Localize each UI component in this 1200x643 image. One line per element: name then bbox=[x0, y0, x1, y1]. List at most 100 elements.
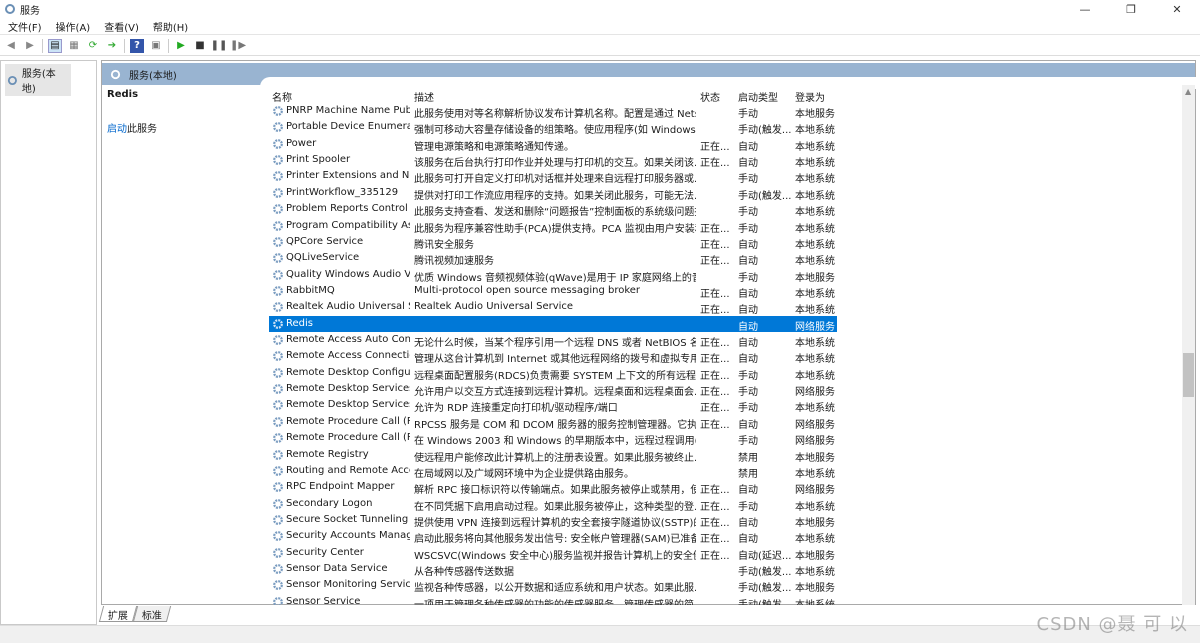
table-row[interactable]: Quality Windows Audio Vi... 优质 Windows 音频… bbox=[269, 267, 1181, 284]
column-header-status[interactable]: 状态 bbox=[700, 89, 720, 104]
restart-service-icon[interactable]: ❚▶ bbox=[230, 39, 246, 53]
table-row[interactable]: Remote Desktop Services ... 允许为 RDP 连接重定向… bbox=[269, 397, 1181, 415]
service-gear-icon bbox=[273, 155, 283, 165]
scrollbar-thumb[interactable] bbox=[1183, 353, 1194, 397]
table-row[interactable]: Remote Registry 使远程用户能修改此计算机上的注册表设置。如果此服务… bbox=[269, 447, 1181, 464]
service-gear-icon bbox=[273, 498, 283, 509]
column-header-log-on-as[interactable]: 登录为 bbox=[795, 89, 825, 104]
table-row[interactable]: Print Spooler 该服务在后台执行打印作业并处理与打印机的交互。如果关闭… bbox=[269, 152, 1181, 169]
tab-label: 扩展 bbox=[107, 611, 128, 622]
service-gear-icon bbox=[273, 531, 283, 542]
service-name: Remote Desktop Services ... bbox=[286, 399, 410, 411]
tab-standard[interactable]: 标准 bbox=[132, 606, 172, 622]
tab-extended[interactable]: 扩展 bbox=[98, 606, 138, 622]
table-row[interactable]: Redis 自动 网络服务 bbox=[269, 315, 837, 333]
service-startup-type: 禁用 bbox=[738, 468, 758, 480]
service-startup-type: 手动(触发... bbox=[738, 567, 792, 579]
start-service-icon[interactable]: ▶ bbox=[174, 39, 188, 53]
minimize-button[interactable]: — bbox=[1062, 0, 1108, 18]
menu-file[interactable]: 文件(F) bbox=[8, 19, 42, 34]
service-description: 一项用于管理各种传感器的功能的传感器服务。管理传感器的简... bbox=[414, 596, 696, 605]
service-name: Sensor Service bbox=[286, 595, 361, 605]
start-service-link[interactable]: 启动 bbox=[107, 124, 127, 135]
tab-label: 标准 bbox=[141, 611, 162, 622]
service-log-on-as: 本地系统 bbox=[795, 370, 835, 382]
table-row[interactable]: RabbitMQ Multi-protocol open source messa… bbox=[269, 283, 1181, 300]
table-row[interactable]: Remote Procedure Call (R... RPCSS 服务是 COM… bbox=[269, 414, 1181, 431]
refresh-icon[interactable]: ⟳ bbox=[86, 39, 100, 53]
service-description: 启动此服务将向其他服务发出信号: 安全帐户管理器(SAM)已准备... bbox=[414, 534, 696, 546]
service-log-on-as: 本地系统 bbox=[795, 223, 835, 235]
table-row[interactable]: Sensor Data Service 从各种传感器传送数据 手动(触发... 本地系… bbox=[269, 561, 1181, 579]
service-startup-type: 手动 bbox=[738, 174, 758, 186]
table-row[interactable]: Routing and Remote Access 在局域网以及广域网环境中为企业… bbox=[269, 463, 1181, 480]
table-row[interactable]: Sensor Service 一项用于管理各种传感器的功能的传感器服务。管理传感器… bbox=[269, 594, 1181, 605]
table-row[interactable]: Security Center WSCSVC(Windows 安全中心)服务监视并… bbox=[269, 545, 1181, 562]
scroll-up-icon[interactable]: ▲ bbox=[1185, 87, 1191, 96]
service-gear-icon bbox=[273, 596, 283, 605]
table-row[interactable]: Secondary Logon 在不同凭据下启用启动过程。如果此服务被停止，这种类… bbox=[269, 496, 1181, 513]
table-row[interactable]: Remote Procedure Call (R... 在 Windows 200… bbox=[269, 430, 1181, 447]
service-name: Remote Desktop Services bbox=[286, 383, 410, 395]
table-row[interactable]: RPC Endpoint Mapper 解析 RPC 接口标识符以传输端点。如果此… bbox=[269, 479, 1181, 497]
service-log-on-as: 网络服务 bbox=[795, 485, 835, 497]
service-gear-icon bbox=[273, 367, 283, 378]
table-row[interactable]: Problem Reports Control P... 此服务支持查看、发送和删… bbox=[269, 201, 1181, 218]
service-startup-type: 自动 bbox=[738, 338, 758, 350]
help-icon[interactable]: ? bbox=[130, 38, 144, 53]
back-arrow-icon[interactable]: ◀ bbox=[4, 39, 18, 53]
maximize-button[interactable]: ❐ bbox=[1108, 0, 1154, 18]
service-gear-icon bbox=[273, 138, 283, 149]
service-status: 正在... bbox=[700, 387, 730, 399]
service-log-on-as: 本地系统 bbox=[795, 288, 835, 300]
stop-service-icon[interactable]: ■ bbox=[193, 39, 207, 53]
divider bbox=[168, 38, 169, 53]
service-startup-type: 手动 bbox=[738, 109, 758, 120]
vertical-scrollbar[interactable]: ▲ bbox=[1182, 85, 1195, 605]
service-startup-type: 自动 bbox=[738, 141, 758, 153]
column-header-description[interactable]: 描述 bbox=[414, 89, 434, 104]
table-row[interactable]: QQLiveService 腾讯视频加速服务 正在... 自动 本地系统 bbox=[269, 250, 1181, 268]
table-row[interactable]: QPCore Service 腾讯安全服务 正在... 自动 本地系统 bbox=[269, 234, 1181, 251]
service-startup-type: 自动 bbox=[738, 239, 758, 251]
service-name: QPCore Service bbox=[286, 235, 364, 247]
service-description: 腾讯视频加速服务 bbox=[414, 256, 494, 268]
service-log-on-as: 网络服务 bbox=[795, 387, 835, 399]
table-row[interactable]: Remote Desktop Configur... 远程桌面配置服务(RDCS)… bbox=[269, 365, 1181, 382]
menu-view[interactable]: 查看(V) bbox=[104, 19, 139, 34]
menu-help[interactable]: 帮助(H) bbox=[153, 19, 188, 34]
service-gear-icon bbox=[273, 220, 283, 231]
column-header-startup-type[interactable]: 启动类型 bbox=[738, 89, 778, 104]
service-description: Multi-protocol open source messaging bro… bbox=[414, 284, 641, 296]
service-detail-panel: Redis 启动此服务 bbox=[107, 89, 257, 135]
service-gear-icon bbox=[273, 318, 283, 329]
table-row[interactable]: Printer Extensions and Noti... 此服务可打开自定义打… bbox=[269, 168, 1181, 186]
menu-action[interactable]: 操作(A) bbox=[56, 19, 91, 34]
table-row[interactable]: Remote Access Auto Conn... 无论什么时候，当某个程序引用… bbox=[269, 332, 1181, 350]
table-row[interactable]: Realtek Audio Universal Se... Realtek Aud… bbox=[269, 299, 1181, 316]
close-button[interactable]: ✕ bbox=[1154, 0, 1200, 18]
service-gear-icon bbox=[273, 302, 283, 313]
tree-node-services-local[interactable]: 服务(本地) bbox=[5, 64, 71, 96]
service-description: 允许为 RDP 连接重定向打印机/驱动程序/端口 bbox=[414, 403, 618, 415]
table-row[interactable]: Power 管理电源策略和电源策略通知传递。 正在... 自动 本地系统 bbox=[269, 136, 1181, 153]
pause-service-icon[interactable]: ❚❚ bbox=[211, 39, 228, 53]
table-row[interactable]: Sensor Monitoring Service 监视各种传感器，以公开数据和适… bbox=[269, 577, 1181, 594]
console-icon[interactable]: ▣ bbox=[149, 39, 163, 53]
column-header-name[interactable]: 名称 bbox=[272, 89, 292, 104]
table-row[interactable]: Security Accounts Manager 启动此服务将向其他服务发出信号… bbox=[269, 528, 1181, 546]
show-console-tree-icon[interactable]: ▤ bbox=[48, 38, 62, 53]
table-row[interactable]: Remote Desktop Services 允许用户以交互方式连接到远程计算机… bbox=[269, 381, 1181, 399]
table-row[interactable]: Remote Access Connectio... 管理从这台计算机到 Inte… bbox=[269, 348, 1181, 365]
export-list-icon[interactable]: ➔ bbox=[105, 39, 119, 53]
table-row[interactable]: Secure Socket Tunneling P... 提供使用 VPN 连接到… bbox=[269, 512, 1181, 529]
table-row[interactable]: Program Compatibility Assi... 此服务为程序兼容性助手… bbox=[269, 218, 1181, 235]
service-description: 提供对打印工作流应用程序的支持。如果关闭此服务，可能无法... bbox=[414, 190, 696, 202]
service-name: Redis bbox=[286, 317, 313, 329]
table-row[interactable]: Portable Device Enumerat... 强制可移动大容量存储设备的… bbox=[269, 119, 1181, 136]
forward-arrow-icon[interactable]: ▶ bbox=[23, 39, 37, 53]
table-row[interactable]: PrintWorkflow_335129 提供对打印工作流应用程序的支持。如果关闭… bbox=[269, 185, 1181, 202]
table-row[interactable]: PNRP Machine Name Publ... 此服务使用对等名称解析协议发布… bbox=[269, 103, 1181, 120]
properties-icon[interactable]: ▦ bbox=[67, 39, 81, 53]
service-status: 正在... bbox=[700, 550, 730, 562]
